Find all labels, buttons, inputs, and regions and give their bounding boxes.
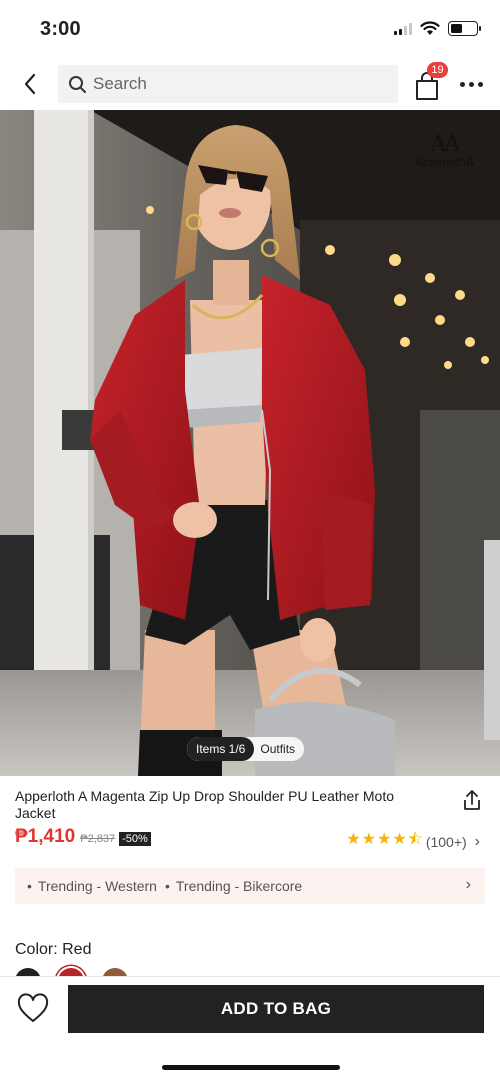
back-button[interactable] [14,68,46,100]
home-indicator[interactable] [162,1065,340,1070]
price-row: ₱1,410 ₱2,837 -50% [15,826,151,848]
wifi-icon [420,21,440,35]
status-bar: 3:00 [0,0,500,56]
chevron-left-icon [24,73,36,95]
tag-trending-western: Trending - Western [37,878,157,894]
top-nav: Search 19 [0,58,500,110]
battery-icon [448,21,481,36]
tab-items[interactable]: Items 1/6 [187,737,255,761]
signal-icon [394,22,412,35]
bullet-icon: • [27,878,32,894]
chevron-right-icon: › [474,832,480,850]
brand-mark: AA [430,132,460,157]
star-rating-icon: ★★★★⯪ [346,831,424,848]
gallery-tabs: Items 1/6 Outfits [187,737,305,761]
brand-logo: AA ApperlothA [415,132,474,169]
status-time: 3:00 [40,18,81,40]
original-price: ₱2,837 [80,833,116,845]
wishlist-button[interactable] [16,993,52,1027]
heart-icon [17,993,49,1022]
shopping-bag-button[interactable]: 19 [410,62,448,102]
search-icon [69,75,86,93]
product-title: Apperloth A Magenta Zip Up Drop Shoulder… [15,788,394,821]
cart-count-badge: 19 [427,62,448,78]
rating-count: (100+) [425,833,467,850]
more-dots-icon [459,81,465,87]
rating-summary[interactable]: ★★★★⯪ (100+) › [346,828,480,855]
chevron-right-icon: › [465,876,471,893]
add-to-bag-button[interactable]: ADD TO BAG [68,985,484,1033]
color-label: Color: Red [15,941,92,958]
share-icon [464,790,480,810]
bullet-icon: • [164,878,170,894]
tag-trending-bikercore: Trending - Bikercore [175,878,303,894]
product-photo [0,110,500,776]
more-options-button[interactable] [456,70,486,98]
trending-tags[interactable]: • Trending - Western • Trending - Bikerc… [15,868,485,904]
current-price: ₱1,410 [15,826,76,847]
search-placeholder: Search [93,74,147,93]
product-image-gallery[interactable]: AA ApperlothA Items 1/6 Outfits [0,110,500,776]
share-button[interactable] [461,788,483,812]
search-input[interactable]: Search [58,65,398,103]
tab-outfits[interactable]: Outfits [254,737,304,761]
status-icons [394,21,481,36]
discount-badge: -50% [119,832,151,846]
bottom-action-bar: ADD TO BAG [0,976,500,1080]
brand-name: ApperlothA [414,155,474,169]
